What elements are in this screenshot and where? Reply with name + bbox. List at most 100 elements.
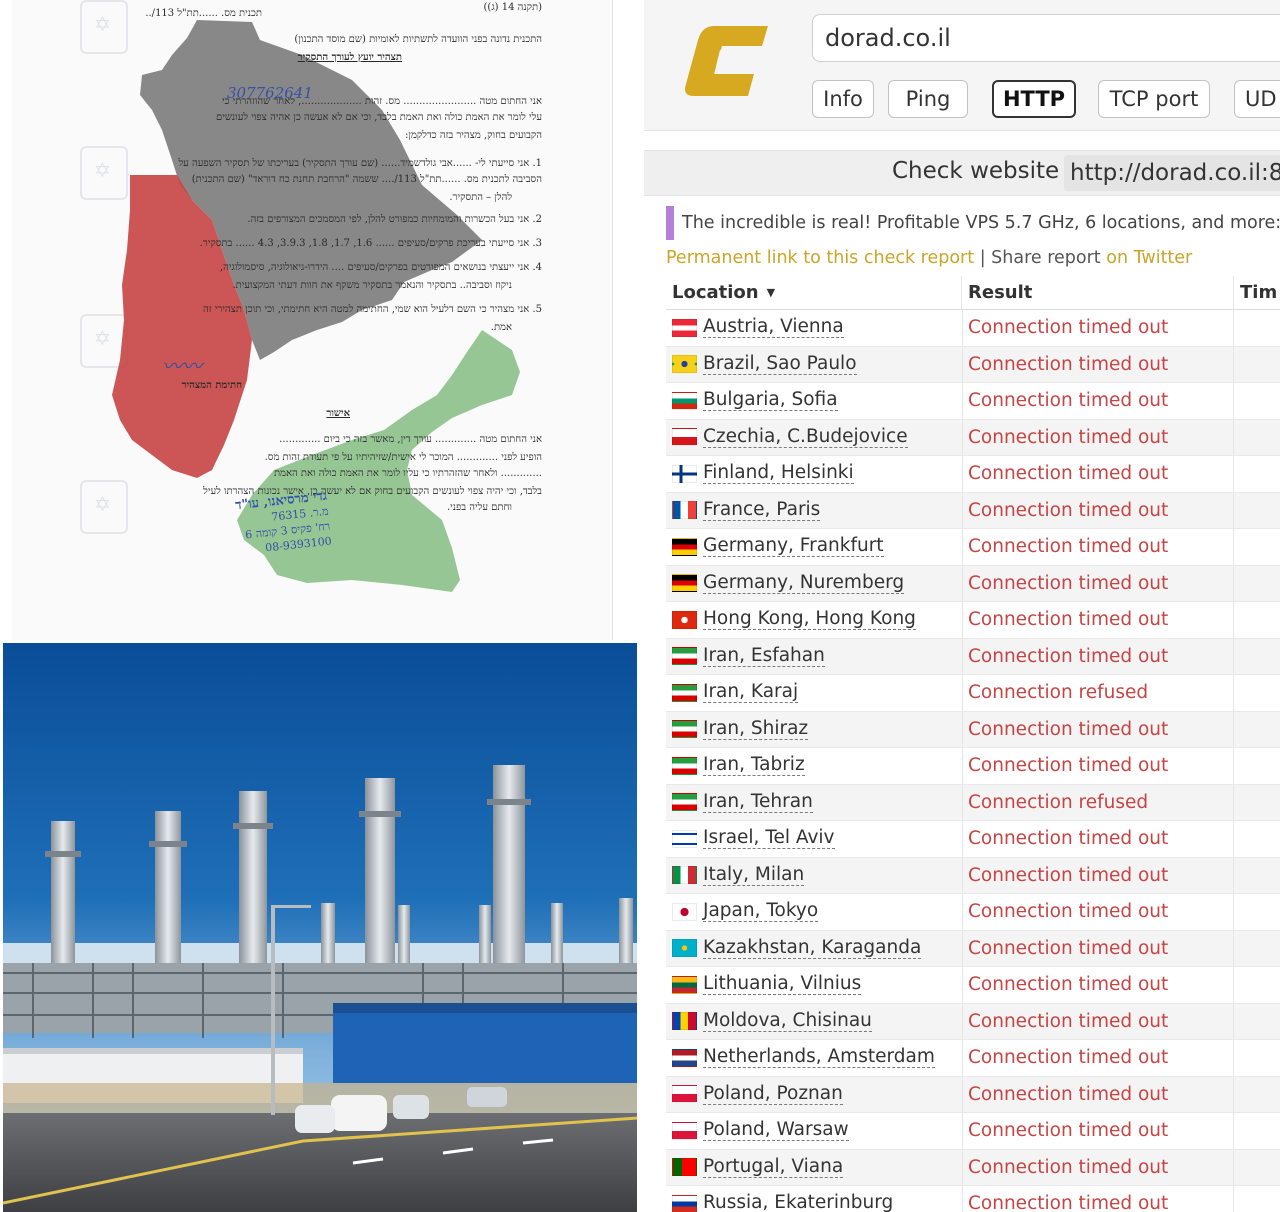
tab-ping[interactable]: Ping [888,80,968,118]
location-link[interactable]: Israel, Tel Aviv [703,828,835,850]
flag-ru-icon [672,1194,697,1212]
check-url[interactable]: http://dorad.co.il:8 [1064,155,1280,191]
result-cell: Connection refused [962,675,1234,711]
sort-down-icon[interactable]: ▼ [767,286,775,299]
website-checker: Info Ping HTTP TCP port UD Check website… [644,0,1280,1212]
location-link[interactable]: Finland, Helsinki [703,463,854,485]
location-link[interactable]: Germany, Nuremberg [703,572,905,594]
location-link[interactable]: Italy, Milan [703,864,805,886]
location-link[interactable]: Bulgaria, Sofia [703,390,838,412]
tab-label: Info [823,87,863,111]
result-text: Connection timed out [968,1010,1169,1032]
column-location-label: Location [672,282,759,303]
promo-banner[interactable]: The incredible is real! Profitable VPS 5… [666,206,1280,240]
doc-paragraph-line: הסביבה לתכנית מס. ......תת"ל 113/.... שש… [191,174,542,185]
result-cell: Connection timed out [962,1149,1234,1185]
result-text: Connection timed out [968,937,1169,959]
location-link[interactable]: France, Paris [703,499,821,521]
flag-ir-icon [672,720,697,739]
flag-pl-icon [672,1121,697,1140]
doc-paragraph-line: ניקוז וסביבה.. בתסקיר והנאמר בתסקיר משקף… [232,280,512,291]
result-text: Connection timed out [968,317,1169,339]
tab-http[interactable]: HTTP [992,80,1076,118]
location-link[interactable]: Kazakhstan, Karaganda [703,937,922,959]
flag-il-icon [672,829,697,848]
time-cell [1234,383,1280,419]
table-row: Moldova, Chisinau Connection timed out [666,1003,1280,1040]
doc-header-ref: (תקנה 14 (ג)) [483,2,542,13]
result-cell: Connection timed out [962,456,1234,492]
location-link[interactable]: Moldova, Chisinau [703,1010,872,1032]
table-row: Netherlands, Amsterdam Connection timed o… [666,1040,1280,1077]
result-cell: Connection timed out [962,638,1234,674]
check-label: Check website [892,158,1060,184]
result-cell: Connection timed out [962,894,1234,930]
location-link[interactable]: Iran, Esfahan [703,645,825,667]
location-cell: Iran, Shiraz [666,711,963,747]
table-row: Iran, Shiraz Connection timed out [666,711,1280,748]
result-cell: Connection timed out [962,602,1234,638]
time-cell [1234,639,1280,675]
location-link[interactable]: Lithuania, Vilnius [703,974,862,996]
result-cell: Connection timed out [962,1003,1234,1039]
location-cell: Austria, Vienna [666,310,963,346]
result-text: Connection timed out [968,828,1169,850]
doc-paragraph-line: 3. אני סייעתי בעריכת פרקים/סעיפים ......… [199,238,542,249]
location-link[interactable]: Poland, Poznan [703,1083,843,1105]
table-row: Bulgaria, Sofia Connection timed out [666,383,1280,420]
tab-label: Ping [905,87,951,111]
flag-fr-icon [672,501,697,520]
time-cell [1234,310,1280,346]
location-link[interactable]: Netherlands, Amsterdam [703,1047,935,1069]
location-link[interactable]: Iran, Karaj [703,682,799,704]
tab-tcp-port[interactable]: TCP port [1098,80,1210,118]
result-text: Connection timed out [968,864,1169,886]
flag-bg-icon [672,391,697,410]
location-link[interactable]: Austria, Vienna [703,317,844,339]
url-input[interactable] [812,14,1280,62]
location-link[interactable]: Russia, Ekaterinburg [703,1193,893,1212]
result-cell: Connection timed out [962,1040,1234,1076]
table-row: Japan, Tokyo Connection timed out [666,894,1280,931]
result-text: Connection timed out [968,1120,1169,1142]
handwritten-signature: 〰〰 [162,354,202,378]
doc-section-title: תצהיר יועץ לעורך התסקיר [297,52,402,63]
location-link[interactable]: Czechia, C.Budejovice [703,426,908,448]
tab-udp[interactable]: UD [1234,80,1280,118]
location-link[interactable]: Portugal, Viana [703,1156,844,1178]
location-cell: Iran, Tabriz [666,748,963,784]
tab-info[interactable]: Info [812,80,874,118]
result-cell: Connection timed out [962,821,1234,857]
twitter-share-link[interactable]: on Twitter [1106,248,1192,268]
result-text: Connection refused [968,682,1149,704]
location-link[interactable]: Japan, Tokyo [703,901,819,923]
result-cell: Connection timed out [962,383,1234,419]
time-cell [1234,821,1280,857]
result-cell: Connection timed out [962,857,1234,893]
table-row: Lithuania, Vilnius Connection timed out [666,967,1280,1004]
table-row: Kazakhstan, Karaganda Connection timed ou… [666,930,1280,967]
location-cell: Italy, Milan [666,857,963,893]
location-link[interactable]: Brazil, Sao Paulo [703,353,857,375]
flag-de-icon [672,537,697,556]
doc-paragraph-line: להלן – התסקיר. [449,192,512,203]
result-cell: Connection timed out [962,492,1234,528]
location-cell: Czechia, C.Budejovice [666,419,963,455]
table-body: Austria, Vienna Connection timed out Brazi… [666,310,1280,1212]
table-row: Austria, Vienna Connection timed out [666,310,1280,347]
flag-pl-icon [672,1085,697,1104]
location-link[interactable]: Iran, Tabriz [703,755,805,777]
permanent-link[interactable]: Permanent link to this check report [666,248,974,268]
location-link[interactable]: Germany, Frankfurt [703,536,884,558]
location-link[interactable]: Iran, Tehran [703,791,813,813]
location-link[interactable]: Poland, Warsaw [703,1120,849,1142]
table-row: France, Paris Connection timed out [666,492,1280,529]
location-link[interactable]: Iran, Shiraz [703,718,809,740]
location-cell: Netherlands, Amsterdam [666,1040,963,1076]
column-location[interactable]: Location ▼ [666,276,962,309]
location-link[interactable]: Hong Kong, Hong Kong [703,609,916,631]
result-text: Connection timed out [968,463,1169,485]
result-text: Connection timed out [968,1083,1169,1105]
location-cell: Germany, Nuremberg [666,565,963,601]
table-row: Czechia, C.Budejovice Connection timed ou… [666,419,1280,456]
